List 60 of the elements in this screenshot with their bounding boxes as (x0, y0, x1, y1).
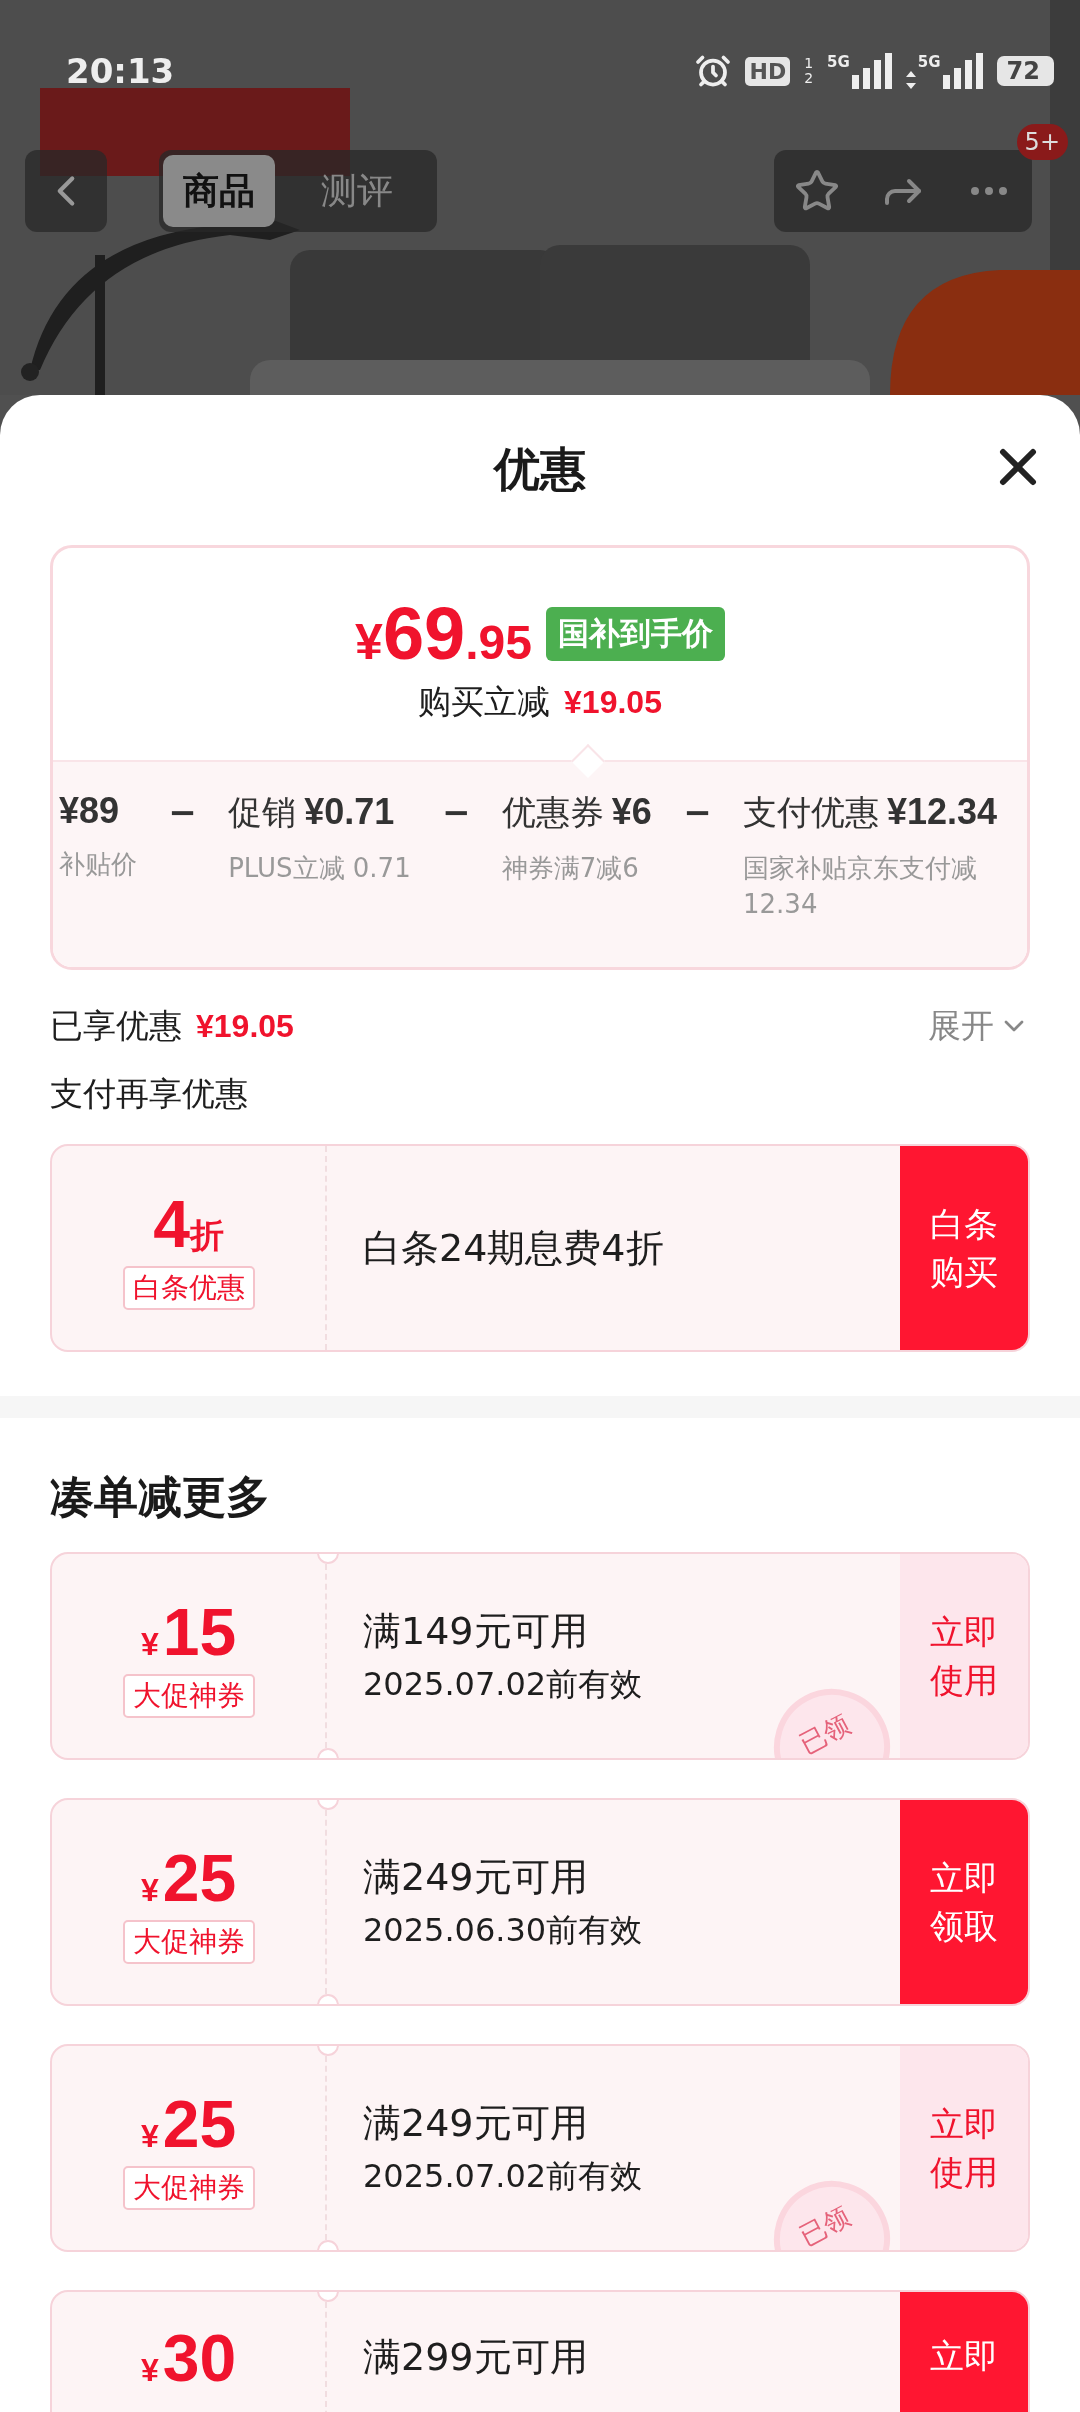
final-price: ¥69.95 (355, 591, 532, 676)
section-label: 支付再享优惠 (50, 1073, 249, 1115)
status-time: 20:13 (66, 51, 175, 91)
breakdown-amount: ¥6 (611, 791, 652, 833)
offer-tag: 白条优惠 (122, 1266, 255, 1310)
breakdown-amount: ¥0.71 (304, 791, 395, 833)
minus-sign: − (442, 791, 471, 834)
alarm-icon (695, 53, 732, 89)
network-type: 5G (917, 53, 941, 71)
hd-icon: HD (745, 56, 791, 86)
coupon-amount: ¥30 (140, 2320, 237, 2396)
coupon-amount: ¥25 (140, 1840, 237, 1916)
back-button[interactable] (25, 150, 107, 232)
coupon-tag: 大促神券 (122, 1674, 255, 1718)
saving-label: 购买立减 (418, 681, 551, 723)
breakdown-label: 优惠券 (501, 791, 604, 834)
coupon-validity: 2025.07.02前有效 (363, 1663, 644, 1705)
network-type: 5G (827, 53, 850, 71)
coupon-validity: 2025.07.02前有效 (363, 2155, 644, 2197)
breakdown-amount: ¥89 (59, 790, 120, 832)
coupon-amount: ¥25 (140, 2086, 237, 2162)
battery-icon: 72 (996, 56, 1054, 86)
offer-text: 白条24期息费4折 (363, 1224, 665, 1272)
coupon-button[interactable]: 立即 (900, 2292, 1028, 2412)
breakdown-note: PLUS立减 0.71 (228, 852, 411, 885)
breakdown-label: 支付优惠 (743, 791, 879, 834)
coupon-condition: 满149元可用 (363, 1607, 589, 1655)
coupon-condition: 满299元可用 (363, 2334, 589, 2381)
coupon-amount: ¥15 (140, 1594, 237, 1670)
signal-icon (851, 53, 892, 89)
breakdown-note: 神券满7减6 (501, 852, 640, 885)
section-title: 凑单减更多 (49, 1469, 271, 1524)
minus-sign: − (168, 791, 197, 834)
breakdown-note: 国家补贴京东支付减 12.34 (743, 852, 978, 921)
discount-value: 4折 (153, 1186, 224, 1262)
price-tag: 国补到手价 (545, 606, 725, 661)
coupon-button[interactable]: 立即领取 (900, 1800, 1028, 2004)
minus-sign: − (683, 791, 712, 834)
nav-tab[interactable]: 商品 (163, 155, 275, 227)
coupon-condition: 满249元可用 (363, 1853, 589, 1901)
breakdown-note: 补贴价 (59, 848, 137, 881)
coupon-button[interactable]: 立即使用 (900, 1554, 1028, 1758)
coupon-condition: 满249元可用 (363, 2099, 589, 2147)
breakdown-label: 促销 (228, 791, 297, 834)
slot-number: 1 (804, 56, 814, 71)
coupon-button[interactable]: 立即使用 (900, 2046, 1028, 2250)
enjoyed-label: 已享优惠 (50, 1004, 182, 1047)
enjoyed-amount: ¥19.05 (196, 1007, 294, 1045)
buy-button[interactable]: 白条购买 (900, 1146, 1028, 1350)
breakdown-amount: ¥12.34 (887, 791, 998, 833)
slot-number: 2 (804, 71, 814, 86)
expand-button[interactable]: 展开 (928, 1003, 1030, 1049)
data-arrows-icon (905, 71, 916, 89)
nav-tab[interactable]: 测评 (301, 155, 413, 227)
saving-amount: ¥19.05 (564, 684, 662, 721)
coupon-validity: 2025.06.30前有效 (363, 1909, 644, 1951)
coupon-tag: 大促神券 (122, 1920, 255, 1964)
coupon-tag: 大促神券 (122, 2166, 255, 2210)
sheet-title: 优惠 (494, 441, 586, 498)
signal-icon (942, 53, 983, 89)
